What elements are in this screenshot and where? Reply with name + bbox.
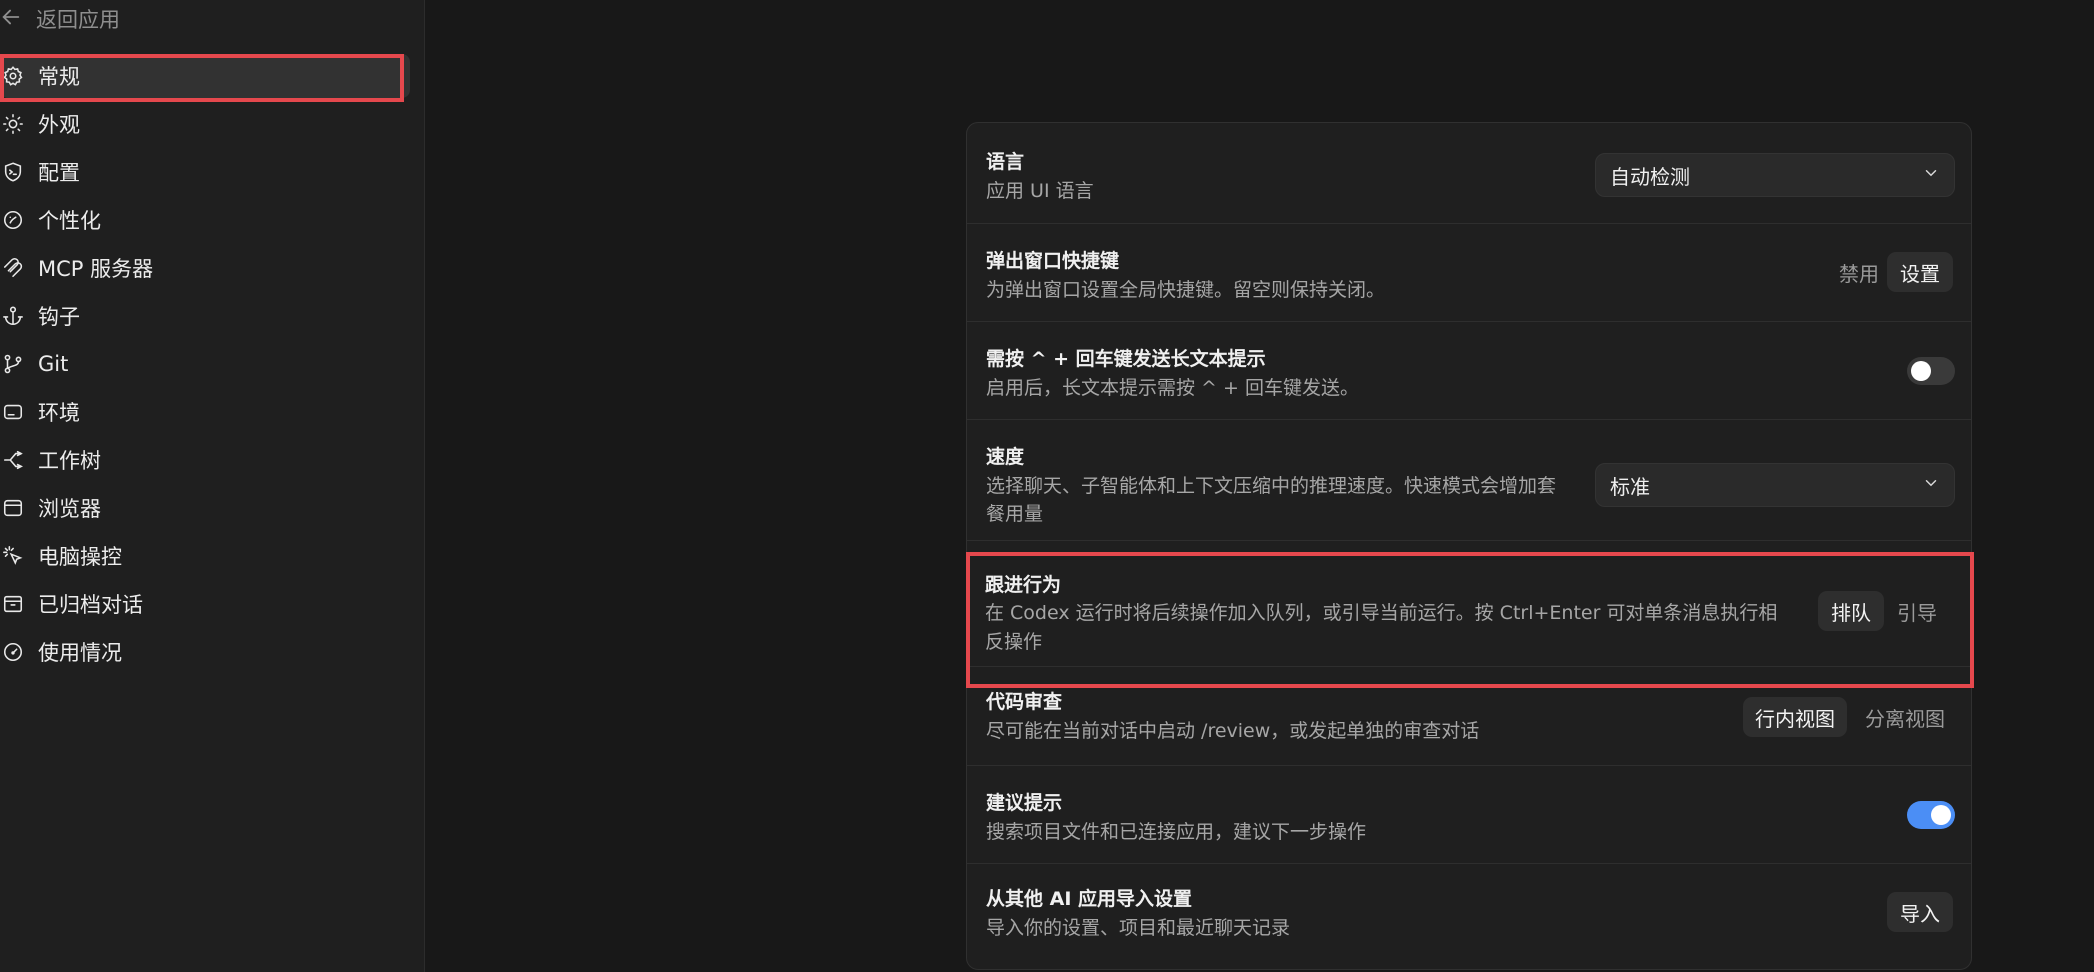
follow-up-setting: 跟进行为 在 Codex 运行时将后续操作加入队列，或引导当前运行。按 Ctrl…: [966, 540, 1972, 690]
setting-row-language: 语言 应用 UI 语言 自动检测: [967, 123, 1971, 224]
git-branch-icon: [2, 353, 24, 375]
setting-row-suggestions: 建议提示 搜索项目文件和已连接应用，建议下一步操作: [967, 766, 1971, 864]
follow-up-queue-option[interactable]: 排队: [1818, 591, 1884, 631]
setting-title: 弹出窗口快捷键: [986, 250, 1120, 272]
sidebar-item-label: Git: [38, 352, 69, 376]
setting-row-long-text-send: 需按 ^ + 回车键发送长文本提示 启用后，长文本提示需按 ^ + 回车键发送。: [967, 322, 1971, 420]
setting-title: 语言: [986, 151, 1025, 173]
back-label: 返回应用: [36, 8, 120, 32]
browser-icon: [2, 497, 24, 519]
environment-icon: [2, 401, 24, 423]
setting-description: 启用后，长文本提示需按 ^ + 回车键发送。: [986, 377, 1359, 399]
sidebar-item-label: 浏览器: [38, 497, 101, 521]
setting-title: 跟进行为: [985, 574, 1062, 596]
sidebar-item-label: 使用情况: [38, 641, 122, 665]
sidebar-item-label: 工作树: [38, 449, 101, 473]
gauge-icon: [2, 641, 24, 663]
worktree-icon: [2, 449, 24, 471]
language-select[interactable]: 自动检测: [1595, 153, 1955, 197]
setting-description: 搜索项目文件和已连接应用，建议下一步操作: [986, 821, 1367, 843]
sidebar-item-general[interactable]: 常规: [0, 54, 410, 98]
language-select-value: 自动检测: [1610, 164, 1690, 189]
sidebar-item-label: MCP 服务器: [38, 257, 154, 281]
arrow-left-icon: [0, 6, 22, 33]
long-text-send-toggle[interactable]: [1907, 357, 1955, 385]
disable-shortcut-button[interactable]: 禁用: [1829, 252, 1889, 292]
toggle-knob: [1911, 361, 1931, 381]
personalize-icon: [2, 209, 24, 231]
code-review-inline-option[interactable]: 行内视图: [1743, 697, 1847, 737]
sidebar-item-mcp[interactable]: MCP 服务器: [0, 246, 410, 290]
sidebar-item-label: 环境: [38, 401, 80, 425]
speed-select[interactable]: 标准: [1595, 463, 1955, 507]
setting-description: 导入你的设置、项目和最近聊天记录: [986, 917, 1291, 939]
setting-title: 代码审查: [986, 691, 1063, 713]
setting-row-speed: 速度 选择聊天、子智能体和上下文压缩中的推理速度。快速模式会增加套 餐用量 标准: [967, 420, 1971, 541]
shield-terminal-icon: [2, 161, 24, 183]
sidebar-item-label: 钩子: [38, 305, 80, 329]
setting-description-line-1: 选择聊天、子智能体和上下文压缩中的推理速度。快速模式会增加套: [986, 475, 1557, 497]
setting-title: 速度: [986, 446, 1025, 468]
sidebar-item-label: 电脑操控: [38, 545, 122, 569]
follow-up-steer-option[interactable]: 引导: [1884, 591, 1950, 631]
mcp-icon: [2, 257, 24, 279]
sidebar-item-environment[interactable]: 环境: [0, 390, 410, 434]
sidebar-item-browser[interactable]: 浏览器: [0, 486, 410, 530]
speed-select-value: 标准: [1610, 474, 1650, 499]
import-button[interactable]: 导入: [1887, 892, 1953, 932]
sidebar-item-label: 配置: [38, 161, 80, 185]
suggestions-toggle[interactable]: [1907, 801, 1955, 829]
setting-title: 需按 ^ + 回车键发送长文本提示: [986, 348, 1266, 370]
sidebar-item-label: 已归档对话: [38, 593, 143, 617]
settings-sidebar: 返回应用 常规 外观 配置 个性化 MCP 服务器 钩子 Git 环境 工作树 …: [0, 0, 425, 972]
setting-row-import: 从其他 AI 应用导入设置 导入你的设置、项目和最近聊天记录 导入: [967, 864, 1971, 969]
sidebar-item-personalization[interactable]: 个性化: [0, 198, 410, 242]
sidebar-item-config[interactable]: 配置: [0, 150, 410, 194]
toggle-knob: [1931, 805, 1951, 825]
sidebar-item-worktree[interactable]: 工作树: [0, 438, 410, 482]
sidebar-item-usage[interactable]: 使用情况: [0, 630, 410, 674]
anchor-icon: [2, 305, 24, 327]
chevron-down-icon: [1922, 163, 1940, 187]
setting-description: 为弹出窗口设置全局快捷键。留空则保持关闭。: [986, 279, 1386, 301]
setting-title: 从其他 AI 应用导入设置: [986, 888, 1193, 910]
set-shortcut-button[interactable]: 设置: [1887, 252, 1953, 292]
setting-description-line-2: 餐用量: [986, 503, 1044, 525]
cursor-click-icon: [2, 545, 24, 567]
chevron-down-icon: [1922, 473, 1940, 497]
sidebar-item-computer-use[interactable]: 电脑操控: [0, 534, 410, 578]
sidebar-item-hooks[interactable]: 钩子: [0, 294, 410, 338]
sun-icon: [2, 113, 24, 135]
sidebar-item-appearance[interactable]: 外观: [0, 102, 410, 146]
setting-description: 尽可能在当前对话中启动 /review，或发起单独的审查对话: [986, 720, 1480, 742]
sidebar-item-git[interactable]: Git: [0, 342, 410, 386]
gear-icon: [2, 65, 24, 87]
sidebar-item-label: 个性化: [38, 209, 101, 233]
code-review-split-option[interactable]: 分离视图: [1853, 697, 1957, 737]
sidebar-item-label: 外观: [38, 113, 80, 137]
setting-description-line-1: 在 Codex 运行时将后续操作加入队列，或引导当前运行。按 Ctrl+Ente…: [985, 602, 1778, 624]
setting-description: 应用 UI 语言: [986, 180, 1094, 202]
archive-icon: [2, 593, 24, 615]
setting-description-line-2: 反操作: [985, 631, 1043, 653]
sidebar-item-archived[interactable]: 已归档对话: [0, 582, 410, 626]
setting-title: 建议提示: [986, 792, 1063, 814]
setting-row-popup-shortcut: 弹出窗口快捷键 为弹出窗口设置全局快捷键。留空则保持关闭。 禁用 设置: [967, 224, 1971, 322]
sidebar-item-label: 常规: [38, 65, 80, 89]
back-to-app-button[interactable]: 返回应用: [0, 2, 120, 36]
